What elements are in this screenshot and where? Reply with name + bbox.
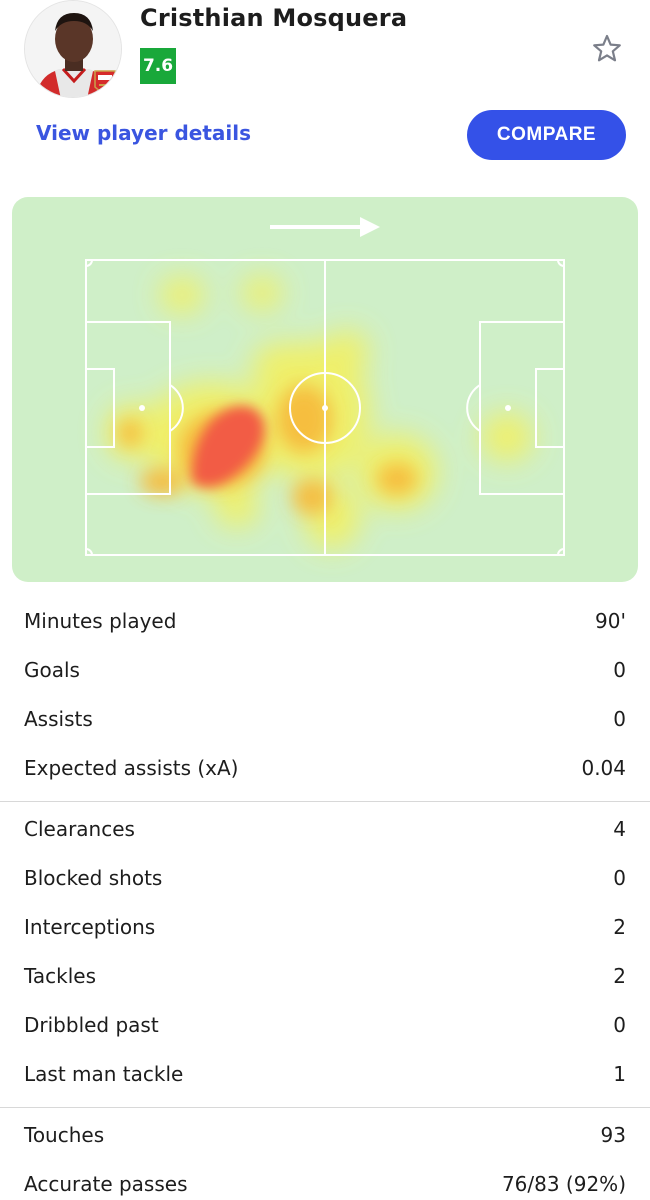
stat-label: Goals (24, 657, 80, 682)
player-header: Cristhian Mosquera 7.6 View player detai… (0, 0, 650, 180)
stat-label: Dribbled past (24, 1012, 159, 1037)
stat-label: Clearances (24, 816, 135, 841)
player-rating-badge: 7.6 (140, 48, 176, 84)
stat-row-dribbled-past: Dribbled past 0 (0, 1000, 650, 1049)
stat-value: 4 (613, 816, 626, 841)
arrow-right-icon (270, 217, 380, 237)
stat-row-minutes-played: Minutes played 90' (0, 596, 650, 645)
stat-row-last-man-tackle: Last man tackle 1 (0, 1049, 650, 1098)
stat-value: 0 (613, 706, 626, 731)
stats-group-general: Minutes played 90' Goals 0 Assists 0 Exp… (0, 594, 650, 802)
compare-button[interactable]: COMPARE (467, 110, 626, 160)
view-player-details-link[interactable]: View player details (36, 121, 251, 145)
stat-row-goals: Goals 0 (0, 645, 650, 694)
stat-value: 90' (595, 608, 626, 633)
player-avatar (24, 0, 122, 98)
stat-row-touches: Touches 93 (0, 1110, 650, 1159)
stat-value: 0 (613, 1012, 626, 1037)
stat-value: 0 (613, 865, 626, 890)
stat-value: 93 (600, 1122, 626, 1147)
heatmap-pitch (85, 217, 565, 556)
stats-list: Minutes played 90' Goals 0 Assists 0 Exp… (0, 594, 650, 1200)
star-outline-icon[interactable] (590, 32, 624, 66)
stat-value: 2 (613, 963, 626, 988)
stat-label: Touches (24, 1122, 105, 1147)
stat-value: 1 (613, 1061, 626, 1086)
stat-label: Blocked shots (24, 865, 163, 890)
player-name: Cristhian Mosquera (140, 4, 408, 32)
stat-label: Expected assists (xA) (24, 755, 239, 780)
stat-row-assists: Assists 0 (0, 694, 650, 743)
stat-value: 76/83 (92%) (501, 1171, 626, 1196)
stat-row-clearances: Clearances 4 (0, 804, 650, 853)
stat-row-blocked-shots: Blocked shots 0 (0, 853, 650, 902)
stat-value: 0 (613, 657, 626, 682)
stats-group-passing: Touches 93 Accurate passes 76/83 (92%) (0, 1108, 650, 1200)
stat-row-tackles: Tackles 2 (0, 951, 650, 1000)
stat-row-expected-assists: Expected assists (xA) 0.04 (0, 743, 650, 792)
stat-row-accurate-passes: Accurate passes 76/83 (92%) (0, 1159, 650, 1200)
heatmap-card (12, 197, 638, 582)
stat-label: Assists (24, 706, 93, 731)
stat-label: Minutes played (24, 608, 177, 633)
stat-label: Last man tackle (24, 1061, 184, 1086)
stat-value: 2 (613, 914, 626, 939)
stat-row-interceptions: Interceptions 2 (0, 902, 650, 951)
stat-label: Tackles (24, 963, 97, 988)
stat-label: Interceptions (24, 914, 156, 939)
stat-value: 0.04 (581, 755, 626, 780)
club-badge-icon (94, 70, 116, 93)
player-photo (25, 1, 121, 97)
stat-label: Accurate passes (24, 1171, 188, 1196)
stats-group-defence: Clearances 4 Blocked shots 0 Interceptio… (0, 802, 650, 1108)
